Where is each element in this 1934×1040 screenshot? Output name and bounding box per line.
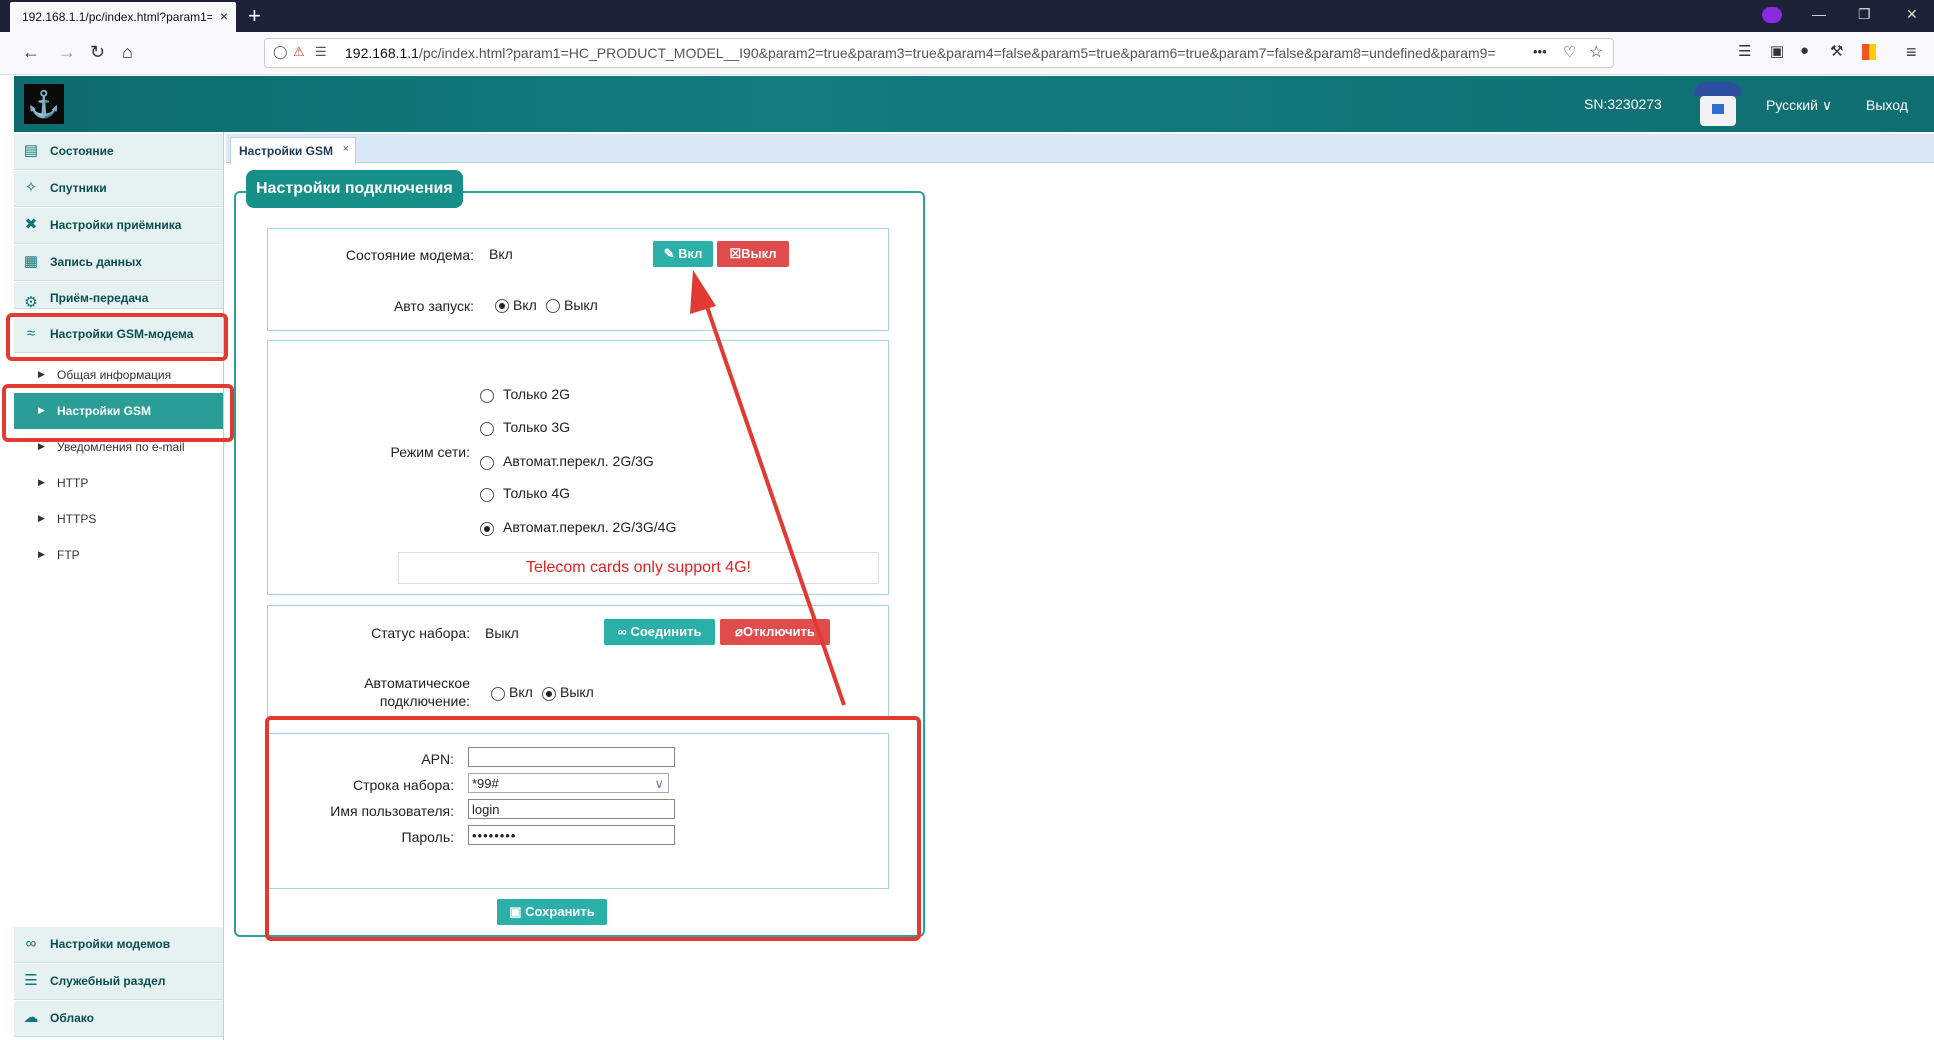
network-mode-2g-label: Только 2G xyxy=(503,386,571,402)
language-selector[interactable]: Русский ∨ xyxy=(1766,97,1832,114)
sidebar-item-receiver-settings[interactable]: ✖ Настройки приёмника xyxy=(14,208,223,244)
annotation-arrow xyxy=(690,270,846,706)
extension-flag-icon[interactable] xyxy=(1862,44,1876,60)
home-icon[interactable]: ⌂ xyxy=(122,42,133,63)
tools-icon: ✖ xyxy=(24,216,38,233)
permissions-icon[interactable]: ☰ xyxy=(315,44,327,60)
dial-status-value: Выкл xyxy=(485,625,519,641)
sidebar-item-corrections[interactable]: ⚙ Приём-передача поправок xyxy=(14,282,223,309)
auto-connect-on-label: Вкл xyxy=(509,684,533,700)
caret-right-icon: ▶ xyxy=(38,513,45,523)
shield-icon[interactable]: ◯ xyxy=(273,44,288,60)
autostart-off-radio[interactable] xyxy=(546,299,560,313)
cloud-icon: ☁ xyxy=(23,1009,39,1026)
auto-connect-off-label: Выкл xyxy=(560,684,594,700)
menu-icon[interactable]: ≡ xyxy=(1906,42,1917,63)
receiver-image xyxy=(1690,80,1746,128)
insecure-lock-icon[interactable]: ⚠ xyxy=(293,44,305,60)
forward-icon[interactable]: → xyxy=(58,42,76,63)
pocket-icon[interactable]: ♡ xyxy=(1563,43,1576,61)
edit-icon: ✎ xyxy=(663,246,675,261)
caret-right-icon: ▶ xyxy=(38,441,45,451)
gear-icon: ⚙ xyxy=(24,294,38,309)
company-logo: ⚓ xyxy=(24,84,64,124)
library-icon[interactable]: ☰ xyxy=(1738,42,1751,60)
modem-state-label: Состояние модема: xyxy=(345,247,474,263)
tab-gsm-settings[interactable]: Настройки GSM × xyxy=(230,137,356,164)
network-mode-2g3g4g-radio[interactable] xyxy=(480,522,494,536)
link-icon: ∞ xyxy=(617,624,627,639)
autostart-on-radio[interactable] xyxy=(495,299,509,313)
sidebar-subitem-ftp[interactable]: ▶ FTP xyxy=(14,537,223,573)
network-mode-2g3g4g-label: Автомат.перекл. 2G/3G/4G xyxy=(503,519,677,535)
network-mode-2g3g-label: Автомат.перекл. 2G/3G xyxy=(503,453,654,469)
satellite-icon: ✧ xyxy=(24,179,38,196)
browser-tab[interactable]: 192.168.1.1/pc/index.html?param1= × xyxy=(10,2,236,32)
auto-connect-label-line2: подключение: xyxy=(379,693,470,709)
chevron-down-icon: ∨ xyxy=(1821,97,1833,113)
record-icon: ▦ xyxy=(23,253,39,270)
autostart-on-label: Вкл xyxy=(513,297,537,313)
cart-icon[interactable]: ⚒ xyxy=(1830,42,1843,60)
autostart-label: Авто запуск: xyxy=(393,298,474,314)
sidebar: ▤ Состояние ✧ Спутники ✖ Настройки приём… xyxy=(14,132,224,1040)
modems-icon: ∞ xyxy=(25,935,37,952)
arrow-head xyxy=(690,270,716,314)
autostart-off-label: Выкл xyxy=(564,297,598,313)
back-icon[interactable]: ← xyxy=(22,42,40,63)
browser-nav-bar: ← → ↻ ⌂ ◯ ⚠ ☰ 192.168.1.1/pc/index.html?… xyxy=(0,32,1934,75)
sidebar-item-data-recording[interactable]: ▦ Запись данных xyxy=(14,245,223,281)
browser-tab-bar xyxy=(0,0,1934,32)
network-mode-3g-label: Только 3G xyxy=(503,419,571,435)
browser-tab-title: 192.168.1.1/pc/index.html?param1= xyxy=(22,10,212,24)
annotation-box-gsm-modem xyxy=(6,313,228,361)
panel-title: Настройки подключения xyxy=(246,170,463,208)
network-mode-2g-radio[interactable] xyxy=(480,389,494,403)
annotation-box-apn xyxy=(265,716,921,941)
network-mode-4g-label: Только 4G xyxy=(503,485,571,501)
bookmark-star-icon[interactable]: ☆ xyxy=(1589,42,1603,62)
private-mask-icon xyxy=(1762,7,1782,23)
sidebar-subitem-http[interactable]: ▶ HTTP xyxy=(14,465,223,501)
auto-connect-off-radio[interactable] xyxy=(542,687,556,701)
restore-icon[interactable]: ❐ xyxy=(1858,6,1871,23)
status-icon: ▤ xyxy=(23,142,39,159)
sidebar-toggle-icon[interactable]: ▣ xyxy=(1770,42,1784,60)
caret-right-icon: ▶ xyxy=(38,477,45,487)
caret-right-icon: ▶ xyxy=(38,369,45,379)
modem-off-button[interactable]: ☒Выкл xyxy=(717,241,789,267)
auto-connect-label-line1: Автоматическое xyxy=(364,675,470,691)
logout-link[interactable]: Выход xyxy=(1866,97,1908,113)
reload-icon[interactable]: ↻ xyxy=(90,42,105,63)
window-close-icon[interactable]: ✕ xyxy=(1906,6,1918,23)
network-mode-label: Режим сети: xyxy=(390,444,471,460)
close-tab-icon[interactable]: × xyxy=(220,8,228,24)
close-box-icon: ☒ xyxy=(729,246,742,261)
sidebar-item-service[interactable]: ☰ Служебный раздел xyxy=(14,964,223,1000)
dial-status-label: Статус набора: xyxy=(371,625,470,641)
minimize-icon[interactable]: — xyxy=(1812,6,1826,22)
address-bar[interactable]: ◯ ⚠ ☰ 192.168.1.1/pc/index.html?param1=H… xyxy=(264,38,1614,68)
caret-right-icon: ▶ xyxy=(38,549,45,559)
page-actions-icon[interactable]: ••• xyxy=(1533,44,1547,59)
close-tab-icon[interactable]: × xyxy=(343,143,349,155)
account-icon[interactable]: ● xyxy=(1800,42,1809,59)
sidebar-item-cloud[interactable]: ☁ Облако xyxy=(14,1001,223,1037)
sidebar-item-status[interactable]: ▤ Состояние xyxy=(14,134,223,170)
network-mode-3g-radio[interactable] xyxy=(480,422,494,436)
modem-on-button[interactable]: ✎ Вкл xyxy=(653,241,713,267)
layers-icon: ☰ xyxy=(24,972,38,989)
sidebar-item-satellites[interactable]: ✧ Спутники xyxy=(14,171,223,207)
serial-number: SN:3230273 xyxy=(1584,96,1662,112)
sidebar-subitem-https[interactable]: ▶ HTTPS xyxy=(14,501,223,537)
sidebar-item-modem-settings[interactable]: ∞ Настройки модемов xyxy=(14,927,223,963)
network-mode-2g3g-radio[interactable] xyxy=(480,456,494,470)
annotation-box-gsm-settings xyxy=(2,384,234,442)
modem-state-value: Вкл xyxy=(489,246,513,262)
new-tab-button[interactable]: + xyxy=(248,3,261,29)
network-mode-4g-radio[interactable] xyxy=(480,488,494,502)
auto-connect-on-radio[interactable] xyxy=(491,687,505,701)
content-tab-bar xyxy=(226,134,1934,163)
url-text: 192.168.1.1/pc/index.html?param1=HC_PROD… xyxy=(345,45,1496,61)
